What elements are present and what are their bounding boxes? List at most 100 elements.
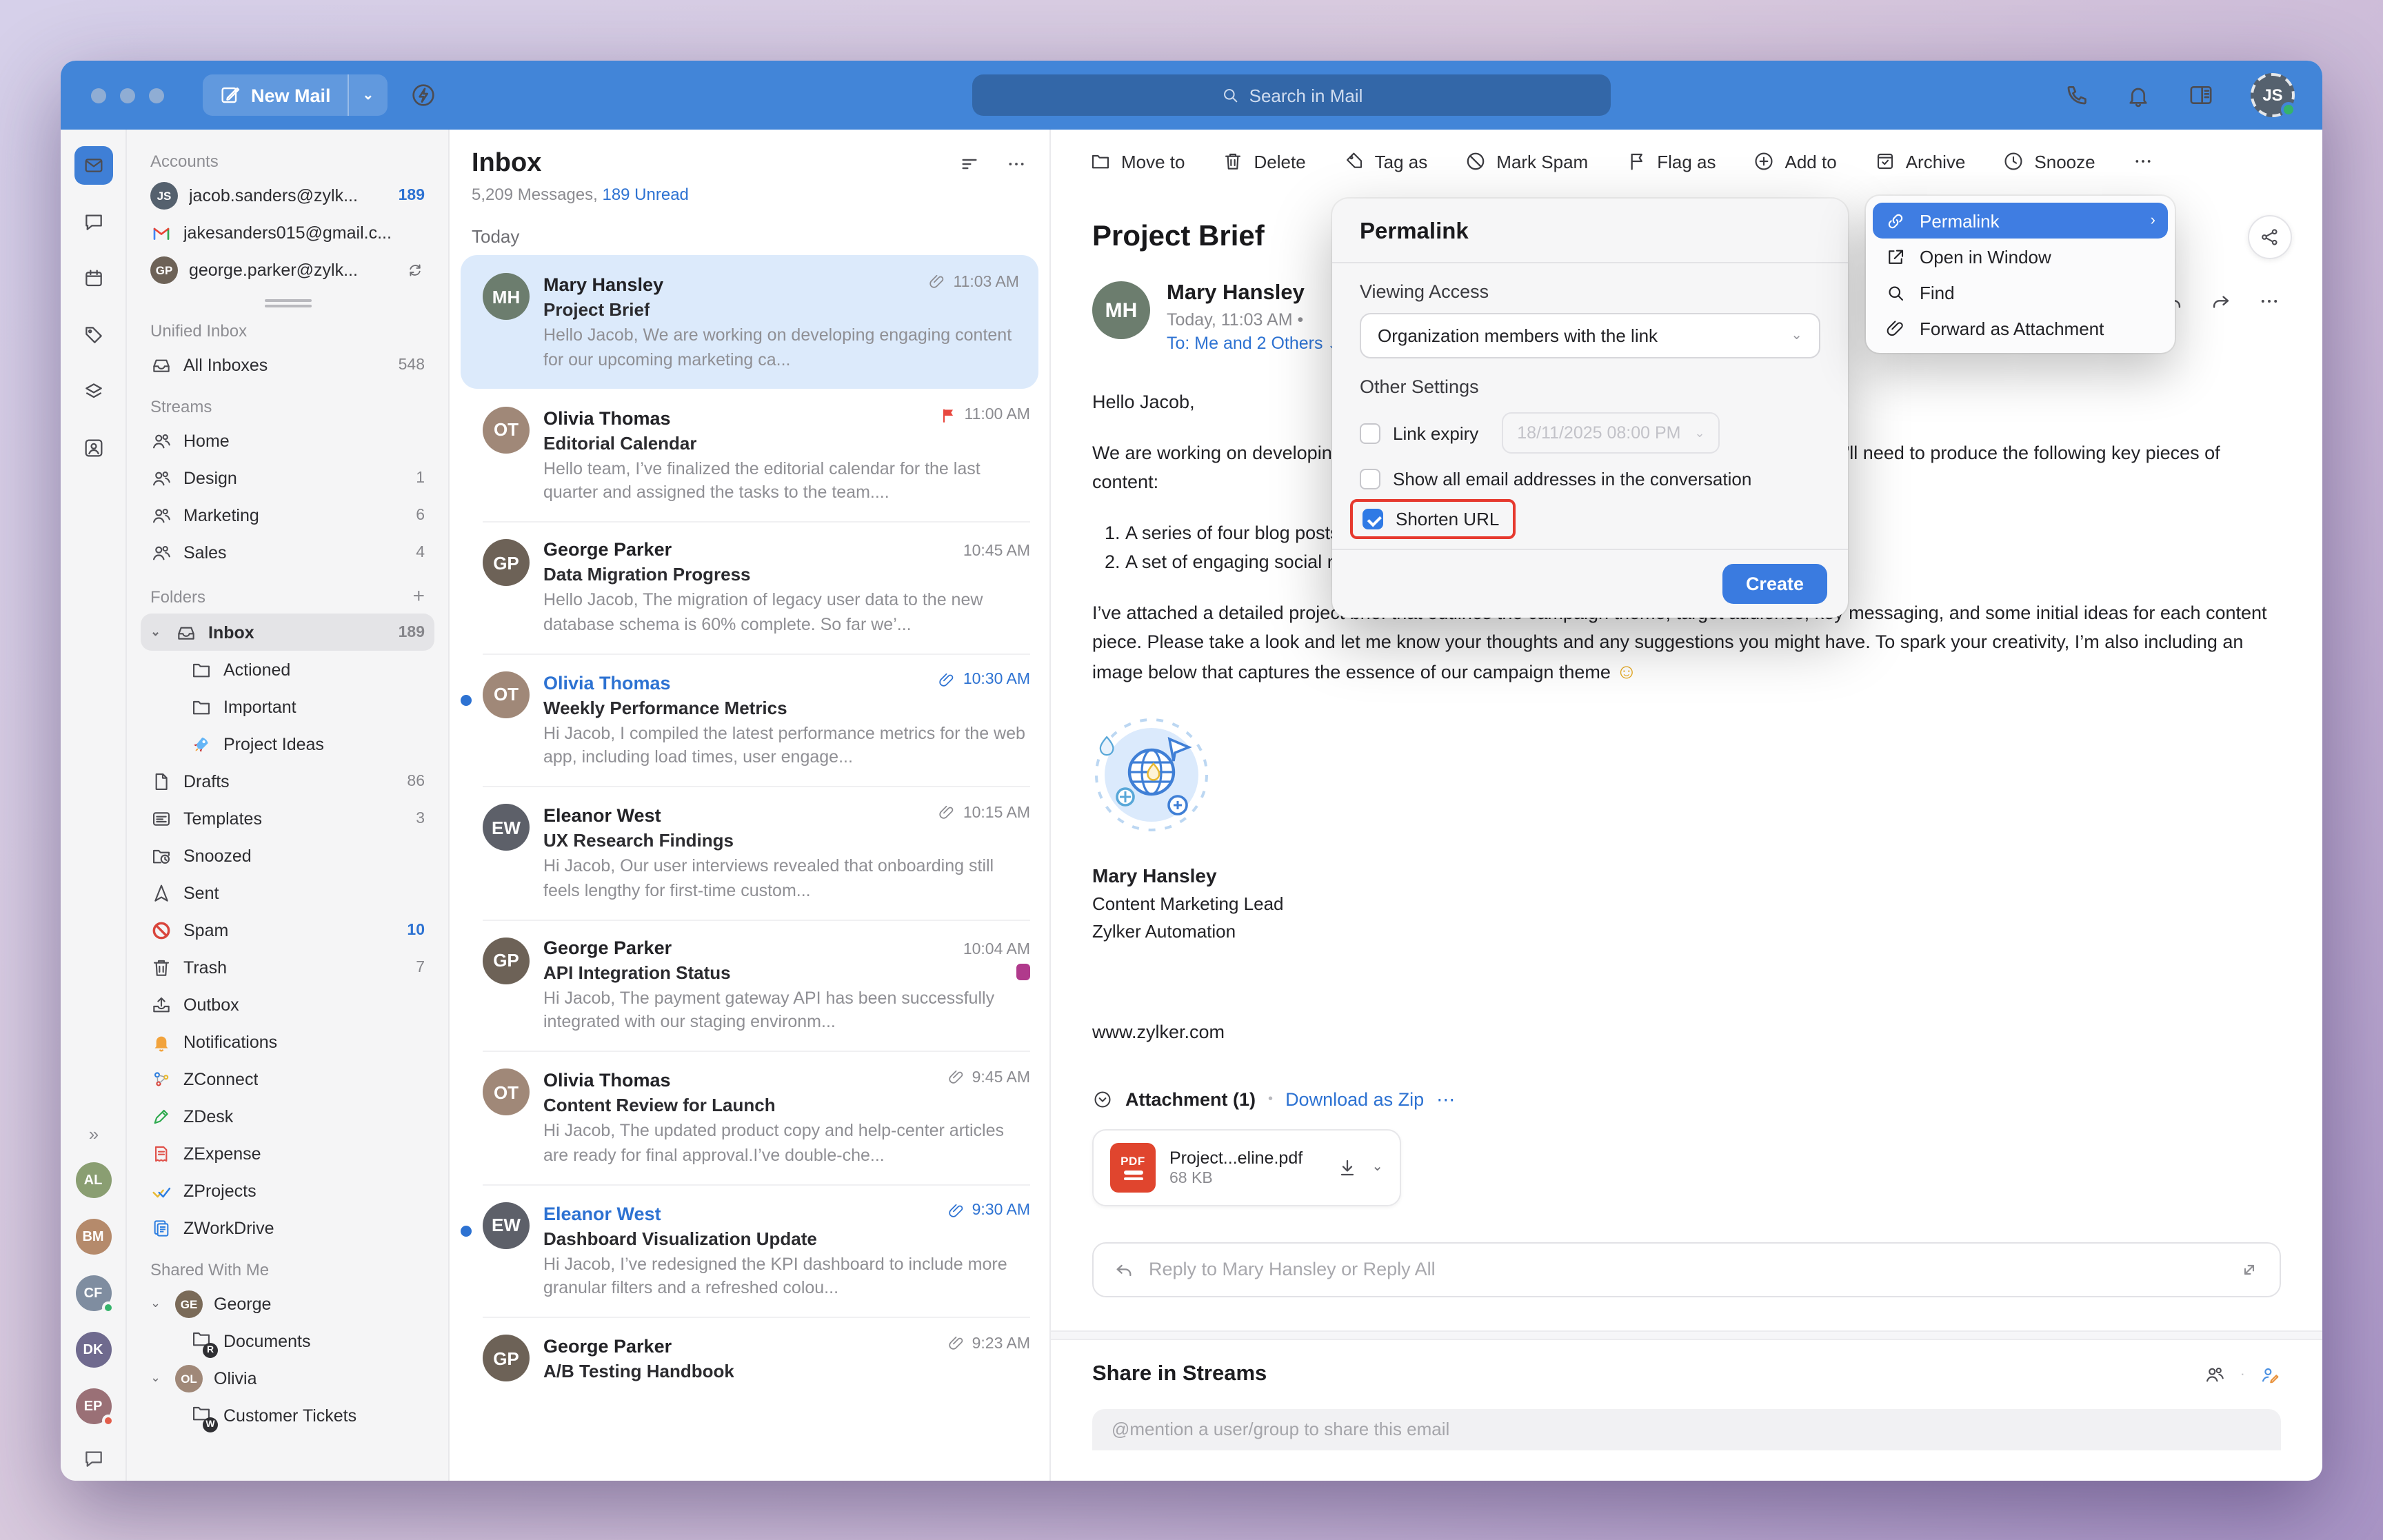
new-mail-split-button[interactable]: New Mail ⌄: [203, 74, 388, 116]
toolbar-button[interactable]: Move to: [1089, 150, 1185, 172]
sidebar-folder-item[interactable]: Sent: [141, 874, 434, 911]
sidebar-shared-item[interactable]: ⌄ OL Olivia: [141, 1359, 434, 1397]
email-list-item[interactable]: MH Mary Hansley 11:03 AM Project Brief H…: [461, 255, 1038, 388]
quick-contact-avatar[interactable]: DK: [75, 1332, 111, 1368]
notifications-bell-icon[interactable]: [2125, 82, 2151, 108]
context-menu-item[interactable]: Forward as Attachment: [1873, 310, 2168, 346]
email-list-item[interactable]: OT Olivia Thomas 11:00 AM Editorial Cale…: [450, 388, 1049, 521]
sidebar-folder-item[interactable]: Outbox: [141, 986, 434, 1023]
email-list-item[interactable]: GP George Parker 10:45 AM Data Migration…: [450, 521, 1049, 653]
sidebar-account-item[interactable]: jakesanders015@gmail.c...: [141, 214, 434, 251]
context-menu-item[interactable]: Open in Window: [1873, 239, 2168, 274]
shared-chevron-icon[interactable]: ⌄: [150, 1296, 164, 1311]
sidebar-folder-item[interactable]: Sales 4: [141, 534, 434, 571]
unread-count[interactable]: 189 Unread: [602, 185, 688, 204]
expand-compose-icon[interactable]: [2238, 1258, 2260, 1280]
sidebar-folder-item[interactable]: Project Ideas: [141, 725, 434, 762]
sidebar-folder-item[interactable]: ⌄ Inbox 189: [141, 614, 434, 651]
new-mail-button[interactable]: New Mail: [203, 74, 348, 116]
new-mail-dropdown[interactable]: ⌄: [348, 74, 388, 116]
recipients-toggle[interactable]: To: Me and 2 Others ⌄: [1167, 334, 1338, 353]
sidebar-folder-item[interactable]: Actioned: [141, 651, 434, 688]
show-all-addresses-checkbox[interactable]: [1360, 469, 1380, 489]
toolbar-button[interactable]: Mark Spam: [1465, 150, 1588, 172]
sidebar-folder-item[interactable]: ZExpense: [141, 1135, 434, 1172]
window-controls[interactable]: [91, 88, 164, 103]
email-list-item[interactable]: GP George Parker 9:23 AM A/B Testing Han…: [450, 1317, 1049, 1397]
list-more-icon[interactable]: [1005, 153, 1027, 175]
close-window-button[interactable]: [91, 88, 106, 103]
link-expiry-checkbox[interactable]: [1360, 423, 1380, 443]
search-input[interactable]: Search in Mail: [972, 74, 1611, 116]
sidebar-folder-item[interactable]: Snoozed: [141, 837, 434, 874]
message-more-icon[interactable]: [2258, 290, 2281, 313]
stream-person-icon[interactable]: [2259, 1363, 2281, 1385]
toolbar-button[interactable]: Add to: [1753, 150, 1837, 172]
toolbar-button[interactable]: Tag as: [1343, 150, 1428, 172]
link-expiry-datetime[interactable]: 18/11/2025 08:00 PM⌄: [1502, 412, 1720, 454]
sync-icon[interactable]: [405, 260, 425, 279]
quick-actions-button[interactable]: [410, 81, 437, 109]
shared-chevron-icon[interactable]: ⌄: [150, 1370, 164, 1386]
toolbar-button[interactable]: Archive: [1874, 150, 1966, 172]
toolbar-button[interactable]: [2133, 150, 2155, 172]
forward-icon[interactable]: [2209, 290, 2233, 313]
sender-avatar[interactable]: MH: [1092, 281, 1150, 339]
sidebar-folder-item[interactable]: Spam 10: [141, 911, 434, 949]
minimize-window-button[interactable]: [120, 88, 135, 103]
quick-contact-avatar[interactable]: EP: [75, 1388, 111, 1424]
sidebar-account-item[interactable]: GP george.parker@zylk...: [141, 251, 434, 288]
rail-icon[interactable]: [74, 259, 112, 298]
rail-icon[interactable]: [74, 316, 112, 354]
email-list-item[interactable]: GP George Parker 10:04 AM API Integratio…: [450, 919, 1049, 1051]
context-menu-item[interactable]: Find: [1873, 274, 2168, 310]
sidebar-folder-item[interactable]: Home: [141, 422, 434, 459]
folder-chevron-icon[interactable]: ⌄: [150, 625, 164, 640]
sidebar-folder-item[interactable]: Design 1: [141, 459, 434, 496]
toolbar-button[interactable]: Delete: [1223, 150, 1306, 172]
expand-rail-icon[interactable]: »: [89, 1124, 97, 1144]
sidebar-resize-handle[interactable]: [141, 299, 434, 307]
quick-contact-avatar[interactable]: CF: [75, 1275, 111, 1311]
maximize-window-button[interactable]: [149, 88, 164, 103]
stream-group-icon[interactable]: [2204, 1363, 2226, 1385]
create-button[interactable]: Create: [1722, 564, 1827, 604]
sidebar-shared-item[interactable]: W Customer Tickets: [141, 1397, 434, 1434]
collapse-attachments-icon[interactable]: [1092, 1089, 1113, 1110]
sidebar-folder-item[interactable]: ZDesk: [141, 1097, 434, 1135]
attachment-more-icon[interactable]: ⋯: [1436, 1088, 1456, 1111]
rail-icon[interactable]: [74, 372, 112, 411]
context-menu-item[interactable]: Permalink ›: [1873, 203, 2168, 239]
sidebar-account-item[interactable]: JS jacob.sanders@zylk... 189: [141, 176, 434, 214]
rail-icon[interactable]: [74, 203, 112, 241]
toolbar-button[interactable]: Flag as: [1625, 150, 1716, 172]
sidebar-folder-item[interactable]: Templates 3: [141, 800, 434, 837]
email-list-item[interactable]: EW Eleanor West 9:30 AM Dashboard Visual…: [450, 1184, 1049, 1317]
email-list-item[interactable]: EW Eleanor West 10:15 AM UX Research Fin…: [450, 786, 1049, 919]
quick-reply-bar[interactable]: Reply to Mary Hansley or Reply All: [1092, 1242, 2281, 1297]
attachment-card[interactable]: PDF Project...eline.pdf 68 KB ⌄: [1092, 1128, 1401, 1206]
share-button[interactable]: [2248, 215, 2292, 259]
sidebar-folder-item[interactable]: Drafts 86: [141, 762, 434, 800]
sidebar-folder-item[interactable]: Marketing 6: [141, 496, 434, 534]
email-list-item[interactable]: OT Olivia Thomas 9:45 AM Content Review …: [450, 1051, 1049, 1184]
filter-icon[interactable]: [958, 153, 981, 175]
attachment-options-chevron[interactable]: ⌄: [1371, 1159, 1383, 1175]
sidebar-folder-item[interactable]: ZConnect: [141, 1060, 434, 1097]
user-avatar[interactable]: JS: [2251, 73, 2295, 117]
stream-mention-input[interactable]: @mention a user/group to share this emai…: [1092, 1408, 2281, 1450]
download-as-zip-link[interactable]: Download as Zip: [1285, 1089, 1424, 1110]
sidebar-folder-item[interactable]: ZProjects: [141, 1172, 434, 1209]
sidebar-folder-item[interactable]: All Inboxes 548: [141, 346, 434, 383]
viewing-access-select[interactable]: Organization members with the link ⌄: [1360, 313, 1820, 358]
add-folder-button[interactable]: +: [412, 585, 425, 608]
sidebar-folder-item[interactable]: Notifications: [141, 1023, 434, 1060]
sidebar-shared-item[interactable]: ⌄ GE George: [141, 1285, 434, 1322]
download-attachment-icon[interactable]: [1336, 1156, 1358, 1178]
signature-website[interactable]: www.zylker.com: [1092, 1018, 2281, 1047]
toolbar-button[interactable]: Snooze: [2002, 150, 2095, 172]
quick-contact-avatar[interactable]: AL: [75, 1162, 111, 1198]
feedback-chat-icon[interactable]: [82, 1448, 104, 1470]
phone-icon[interactable]: [2063, 82, 2089, 108]
reading-pane-layout-icon[interactable]: [2187, 81, 2215, 109]
